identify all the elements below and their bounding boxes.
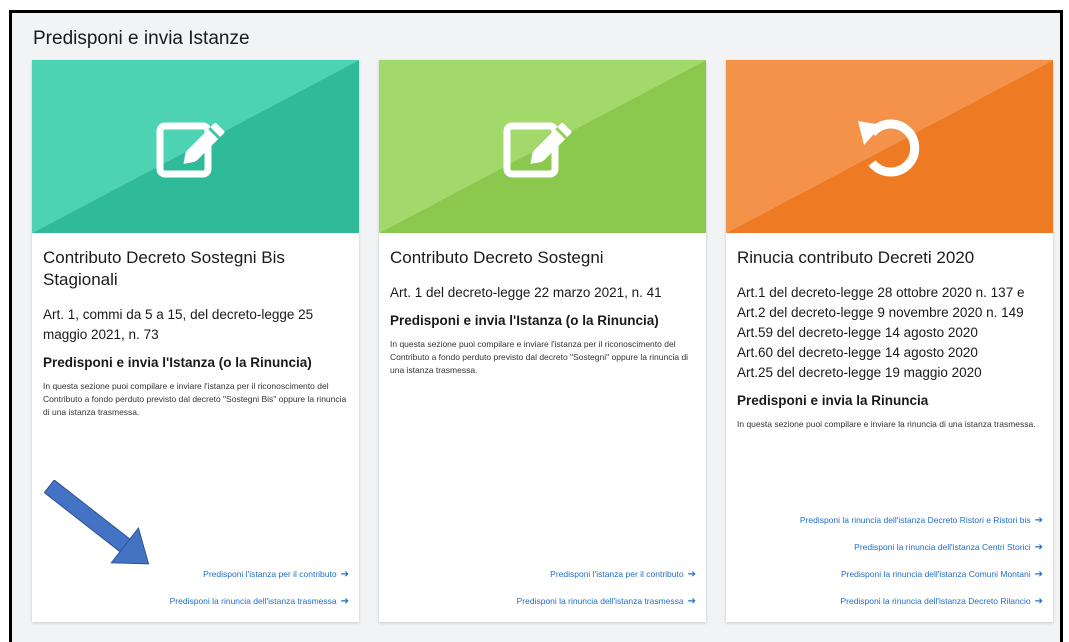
main-panel: Predisponi e invia Istanze Contributo De… xyxy=(9,10,1063,642)
arrow-right-icon: ➔ xyxy=(687,569,696,580)
annotation-arrow-icon xyxy=(44,480,150,565)
link-rinuncia-rilancio[interactable]: Predisponi la rinuncia dell'istanza Decr… xyxy=(800,595,1043,608)
link-rinuncia-centri-storici[interactable]: Predisponi la rinuncia dell'istanza Cent… xyxy=(800,541,1043,554)
card-description: In questa sezione puoi compilare e invia… xyxy=(43,381,347,417)
arrow-right-icon: ➔ xyxy=(1034,569,1043,580)
undo-icon xyxy=(857,119,919,176)
arrow-right-icon: ➔ xyxy=(1034,542,1043,553)
card-description: In questa sezione puoi compilare e invia… xyxy=(737,419,1036,429)
card-action-title: Predisponi e invia l'Istanza (o la Rinun… xyxy=(43,355,312,370)
card-action-title: Predisponi e invia la Rinuncia xyxy=(737,393,929,408)
card-reference: Art.59 del decreto-legge 14 agosto 2020 xyxy=(737,325,978,340)
arrow-right-icon: ➔ xyxy=(340,569,349,580)
link-istanza-contributo[interactable]: Predisponi l'istanza per il contributo ➔ xyxy=(517,568,696,581)
card-banner xyxy=(32,60,359,233)
card-banner xyxy=(726,60,1053,233)
card-rinuncia-2020: Rinucia contributo Decreti 2020 Art.1 de… xyxy=(726,60,1053,622)
card-reference: Art.25 del decreto-legge 19 maggio 2020 xyxy=(737,365,982,380)
arrow-right-icon: ➔ xyxy=(1034,596,1043,607)
card-reference: Art.1 del decreto-legge 28 ottobre 2020 … xyxy=(737,285,1025,320)
edit-icon xyxy=(503,122,571,177)
card-sostegni: Contributo Decreto Sostegni Art. 1 del d… xyxy=(379,60,706,622)
arrow-right-icon: ➔ xyxy=(1034,515,1043,526)
card-action-title: Predisponi e invia l'Istanza (o la Rinun… xyxy=(390,313,659,328)
link-istanza-contributo[interactable]: Predisponi l'istanza per il contributo ➔ xyxy=(170,568,349,581)
link-rinuncia-comuni-montani[interactable]: Predisponi la rinuncia dell'istanza Comu… xyxy=(800,568,1043,581)
card-reference: Art. 1, commi da 5 a 15, del decreto-leg… xyxy=(43,307,314,342)
link-rinuncia-istanza[interactable]: Predisponi la rinuncia dell'istanza tras… xyxy=(517,595,696,608)
card-reference: Art. 1 del decreto-legge 22 marzo 2021, … xyxy=(390,285,662,300)
card-reference: Art.60 del decreto-legge 14 agosto 2020 xyxy=(737,345,978,360)
card-title: Rinucia contributo Decreti 2020 xyxy=(737,248,975,267)
link-rinuncia-ristori[interactable]: Predisponi la rinuncia dell'istanza Decr… xyxy=(800,514,1043,527)
card-title: Contributo Decreto Sostegni Bis Stagiona… xyxy=(43,248,285,289)
arrow-right-icon: ➔ xyxy=(687,596,696,607)
edit-icon xyxy=(156,122,224,177)
arrow-right-icon: ➔ xyxy=(340,596,349,607)
link-rinuncia-istanza[interactable]: Predisponi la rinuncia dell'istanza tras… xyxy=(170,595,349,608)
card-description: In questa sezione puoi compilare e invia… xyxy=(390,339,689,375)
card-banner xyxy=(379,60,706,233)
card-title: Contributo Decreto Sostegni xyxy=(390,248,604,267)
section-title: Predisponi e invia Istanze xyxy=(33,28,250,49)
